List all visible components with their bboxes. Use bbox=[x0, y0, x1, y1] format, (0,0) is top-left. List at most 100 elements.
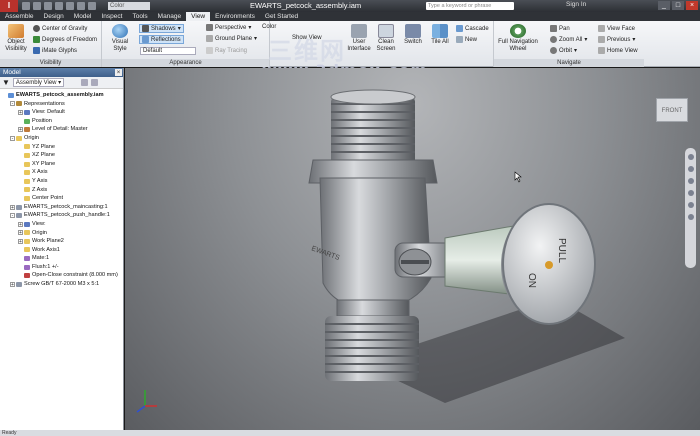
reflections-button[interactable]: Reflections bbox=[139, 35, 184, 44]
browser-node[interactable]: + EWARTS_petcock_maincasting:1 bbox=[0, 203, 123, 212]
close-button[interactable]: × bbox=[686, 1, 698, 10]
visual-style-button[interactable]: Visual Style bbox=[105, 24, 135, 53]
expand-toggle-icon[interactable]: - bbox=[10, 101, 15, 107]
select-icon[interactable] bbox=[88, 2, 96, 10]
browser-node[interactable]: Work Axis1 bbox=[0, 246, 123, 255]
browser-node[interactable]: - Origin bbox=[0, 134, 123, 143]
application-menu-button[interactable]: I bbox=[0, 0, 18, 12]
browser-node[interactable]: Mate:1 bbox=[0, 254, 123, 263]
tab-model[interactable]: Model bbox=[69, 12, 97, 21]
expand-toggle-icon[interactable]: - bbox=[10, 213, 15, 219]
browser-node[interactable]: Position bbox=[0, 117, 123, 126]
object-visibility-button[interactable]: Object Visibility bbox=[3, 24, 29, 53]
switch-button[interactable]: Switch bbox=[402, 24, 424, 46]
browser-node[interactable]: Open-Close constraint (8.000 mm) bbox=[0, 271, 123, 280]
steering-wheel-icon[interactable] bbox=[687, 154, 694, 160]
browser-node[interactable]: XZ Plane bbox=[0, 151, 123, 160]
maximize-button[interactable]: □ bbox=[672, 1, 684, 10]
browser-node[interactable]: - Representations bbox=[0, 100, 123, 109]
browser-node[interactable]: - EWARTS_petcock_push_handle:1 bbox=[0, 211, 123, 220]
browser-node[interactable]: XY Plane bbox=[0, 160, 123, 169]
sign-in-link[interactable]: Sign In bbox=[566, 1, 586, 8]
nav-options-icon[interactable] bbox=[687, 214, 694, 220]
view-face-button[interactable]: View Face bbox=[598, 25, 635, 32]
search-input[interactable]: Type a keyword or phrase bbox=[426, 2, 514, 10]
perspective-button[interactable]: Perspective ▾ bbox=[206, 24, 251, 31]
minimize-button[interactable]: _ bbox=[658, 1, 670, 10]
zoom-all-button[interactable]: Zoom All ▾ bbox=[550, 36, 587, 43]
degrees-of-freedom-button[interactable]: Degrees of Freedom bbox=[33, 36, 97, 43]
browser-node[interactable]: Y Axis bbox=[0, 177, 123, 186]
ground-plane-button[interactable]: Ground Plane ▾ bbox=[206, 35, 257, 42]
filter-icon[interactable]: ▼ bbox=[2, 78, 10, 87]
browser-node[interactable]: + View: Default bbox=[0, 108, 123, 117]
browser-node[interactable]: Center Point bbox=[0, 194, 123, 203]
look-at-icon[interactable] bbox=[687, 202, 694, 208]
full-navigation-wheel-button[interactable]: Full Navigation Wheel bbox=[496, 24, 540, 53]
browser-node[interactable]: + Work Plane2 bbox=[0, 237, 123, 246]
browser-node[interactable]: YZ Plane bbox=[0, 143, 123, 152]
browser-node[interactable]: + View: bbox=[0, 220, 123, 229]
navigate-panel: Full Navigation Wheel Pan Zoom All ▾ Orb… bbox=[494, 21, 644, 67]
appearance-panel: Visual Style Shadows ▾ Reflections Defau… bbox=[102, 21, 276, 67]
assembly-view-dropdown[interactable]: Assembly View ▾ bbox=[12, 78, 65, 87]
expand-toggle-icon[interactable]: + bbox=[10, 281, 15, 287]
shadows-button[interactable]: Shadows ▾ bbox=[139, 24, 184, 33]
home-view-button[interactable]: Home View bbox=[598, 47, 638, 54]
expand-toggle-icon[interactable]: + bbox=[18, 230, 23, 236]
tab-tools[interactable]: Tools bbox=[127, 12, 152, 21]
find-icon[interactable] bbox=[81, 79, 89, 86]
expand-toggle-icon[interactable]: + bbox=[18, 238, 23, 244]
tab-inspect[interactable]: Inspect bbox=[97, 12, 128, 21]
return-icon[interactable] bbox=[77, 2, 85, 10]
user-interface-button[interactable]: User Interface bbox=[346, 24, 372, 53]
tab-get-started[interactable]: Get Started bbox=[260, 12, 303, 21]
expand-toggle-icon[interactable]: + bbox=[18, 109, 23, 115]
browser-node[interactable]: X Axis bbox=[0, 168, 123, 177]
expand-toggle-icon[interactable]: + bbox=[18, 221, 23, 227]
node-icon bbox=[24, 256, 30, 262]
open-icon[interactable] bbox=[33, 2, 41, 10]
tab-view[interactable]: View bbox=[186, 12, 211, 21]
orbit-button[interactable]: Orbit ▾ bbox=[550, 47, 577, 54]
browser-close-icon[interactable]: × bbox=[115, 69, 122, 76]
center-of-gravity-button[interactable]: Center of Gravity bbox=[33, 25, 87, 32]
browser-node[interactable]: EWARTS_petcock_assembly.iam bbox=[0, 91, 123, 100]
expand-toggle-icon[interactable]: + bbox=[10, 204, 15, 210]
graphics-viewport[interactable]: EWARTS PULL ON FRONT bbox=[125, 68, 700, 430]
imate-glyphs-button[interactable]: iMate Glyphs bbox=[33, 47, 77, 54]
bottom-thread bbox=[325, 299, 419, 381]
clean-screen-button[interactable]: Clean Screen bbox=[374, 24, 398, 53]
tab-design[interactable]: Design bbox=[39, 12, 69, 21]
node-icon bbox=[24, 127, 30, 133]
cascade-button[interactable]: Cascade bbox=[456, 25, 489, 32]
browser-node[interactable]: Z Axis bbox=[0, 186, 123, 195]
previous-view-button[interactable]: Previous ▾ bbox=[598, 36, 635, 43]
new-icon[interactable] bbox=[22, 2, 30, 10]
ray-tracing-button[interactable]: Ray Tracing bbox=[206, 47, 247, 54]
save-icon[interactable] bbox=[44, 2, 52, 10]
browser-node[interactable]: + Origin bbox=[0, 229, 123, 238]
appearance-style-combo[interactable]: Default bbox=[140, 47, 196, 55]
browser-node[interactable]: Flush:1 +/- bbox=[0, 263, 123, 272]
zoom-nav-icon[interactable] bbox=[687, 178, 694, 184]
undo-icon[interactable] bbox=[55, 2, 63, 10]
tab-assemble[interactable]: Assemble bbox=[0, 12, 39, 21]
orbit-nav-icon[interactable] bbox=[687, 190, 694, 196]
redo-icon[interactable] bbox=[66, 2, 74, 10]
browser-node[interactable]: + Screw GB/T 67-2000 M3 x 5:1 bbox=[0, 280, 123, 289]
color-override-combo[interactable]: Color bbox=[108, 2, 150, 10]
node-icon bbox=[24, 273, 30, 279]
node-label: Level of Detail: Master bbox=[32, 126, 88, 133]
new-window-button[interactable]: New bbox=[456, 36, 477, 43]
browser-node[interactable]: + Level of Detail: Master bbox=[0, 125, 123, 134]
tile-all-button[interactable]: Tile All bbox=[428, 24, 452, 46]
tab-manage[interactable]: Manage bbox=[153, 12, 187, 21]
tab-environments[interactable]: Environments bbox=[210, 12, 260, 21]
expand-toggle-icon[interactable]: - bbox=[10, 135, 15, 141]
pan-button[interactable]: Pan bbox=[550, 25, 570, 32]
viewcube[interactable]: FRONT bbox=[656, 98, 688, 122]
expand-toggle-icon[interactable]: + bbox=[18, 127, 23, 133]
pan-nav-icon[interactable] bbox=[687, 166, 694, 172]
menu-icon[interactable] bbox=[91, 79, 99, 86]
